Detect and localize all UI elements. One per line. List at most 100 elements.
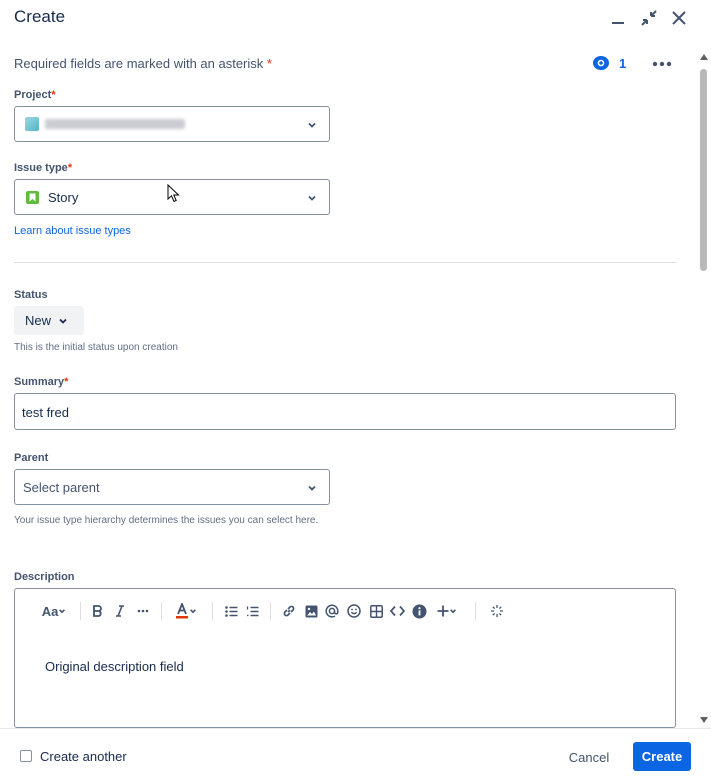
plus-icon <box>437 605 449 617</box>
required-note-text: Required fields are marked with an aster… <box>14 56 264 71</box>
mention-button[interactable] <box>324 602 340 620</box>
parent-label: Parent <box>14 452 49 464</box>
code-icon <box>389 605 405 617</box>
create-button[interactable]: Create <box>633 742 691 771</box>
chevron-down-icon <box>308 195 316 201</box>
parent-select[interactable]: Select parent <box>14 469 330 505</box>
link-icon <box>283 605 295 617</box>
description-editor[interactable]: Aa Original description field <box>14 588 676 728</box>
summary-label-text: Summary <box>14 376 65 388</box>
text-color-icon <box>176 603 188 619</box>
collapse-icon <box>641 10 657 26</box>
close-button[interactable] <box>667 6 691 30</box>
bold-button[interactable] <box>91 602 105 620</box>
required-asterisk: * <box>266 56 272 71</box>
more-icon <box>652 61 672 67</box>
mouse-pointer-icon <box>167 184 180 203</box>
scroll-down-arrow-icon[interactable] <box>700 717 708 723</box>
text-style-button[interactable]: Aa <box>39 602 69 620</box>
description-text: Original description field <box>45 659 184 674</box>
bold-icon <box>93 605 102 617</box>
editor-toolbar: Aa <box>15 599 675 623</box>
toolbar-separator <box>270 602 271 620</box>
summary-label: Summary* <box>14 376 68 388</box>
table-icon <box>369 604 383 618</box>
chevron-down-icon <box>59 318 67 324</box>
close-icon <box>672 11 686 25</box>
toolbar-separator <box>475 602 476 620</box>
summary-input[interactable]: test fred <box>14 393 676 430</box>
numbered-list-button[interactable] <box>245 602 259 620</box>
chevron-down-icon <box>308 485 316 491</box>
eye-icon <box>593 56 609 70</box>
project-name-redacted <box>45 119 185 129</box>
cancel-button[interactable]: Cancel <box>562 742 616 772</box>
required-note: Required fields are marked with an aster… <box>14 56 272 71</box>
toolbar-separator <box>161 602 162 620</box>
project-avatar-icon <box>25 117 39 131</box>
chevron-down-icon <box>308 122 316 128</box>
scrollbar[interactable] <box>697 50 711 725</box>
minimize-button[interactable] <box>606 6 630 30</box>
toolbar-separator <box>212 602 213 620</box>
required-asterisk: * <box>51 89 56 101</box>
emoji-icon <box>347 604 361 618</box>
text-style-label: Aa <box>41 603 59 619</box>
insert-more-button[interactable] <box>433 602 461 620</box>
italic-icon <box>116 605 124 617</box>
watch-button[interactable]: 1 <box>592 55 626 71</box>
divider <box>14 262 676 263</box>
project-value <box>25 117 185 131</box>
italic-button[interactable] <box>113 602 127 620</box>
bullet-list-button[interactable] <box>224 602 238 620</box>
toolbar-separator <box>80 602 81 620</box>
parent-placeholder: Select parent <box>23 480 100 495</box>
description-label: Description <box>14 571 75 583</box>
dialog-header: Create <box>0 0 711 40</box>
required-asterisk: * <box>64 376 69 388</box>
create-another-checkbox[interactable] <box>20 750 32 762</box>
status-dropdown[interactable]: New <box>14 306 84 335</box>
issue-type-label: Issue type* <box>14 162 72 174</box>
chevron-down-icon <box>450 609 456 614</box>
mention-icon <box>325 604 339 618</box>
learn-issue-types-link[interactable]: Learn about issue types <box>14 225 131 237</box>
project-select[interactable] <box>14 106 330 142</box>
sparkle-icon <box>491 605 503 617</box>
text-color-button[interactable] <box>172 602 200 620</box>
minimize-icon <box>612 22 624 24</box>
issue-type-label-text: Issue type <box>14 162 68 174</box>
scrollbar-thumb[interactable] <box>700 69 707 271</box>
scroll-up-arrow-icon[interactable] <box>700 54 708 60</box>
story-icon <box>26 191 39 204</box>
info-icon <box>412 604 426 618</box>
summary-value: test fred <box>22 405 69 420</box>
link-button[interactable] <box>281 602 297 620</box>
required-asterisk: * <box>67 162 73 174</box>
more-actions-button[interactable] <box>650 54 674 74</box>
parent-helper: Your issue type hierarchy determines the… <box>14 515 319 526</box>
status-label: Status <box>14 289 48 301</box>
bullet-list-icon <box>224 605 237 617</box>
dialog-title: Create <box>14 7 66 26</box>
emoji-button[interactable] <box>346 602 362 620</box>
image-button[interactable] <box>303 602 319 620</box>
issue-type-value: Story <box>48 190 79 205</box>
more-icon <box>137 609 149 613</box>
numbered-list-icon <box>246 606 258 616</box>
dialog-footer: Create another Cancel Create <box>0 728 711 781</box>
more-formatting-button[interactable] <box>135 602 151 620</box>
status-value: New <box>25 313 52 328</box>
status-helper: This is the initial status upon creation <box>14 342 178 353</box>
create-another-label[interactable]: Create another <box>40 749 127 764</box>
chevron-down-icon <box>190 609 196 614</box>
info-panel-button[interactable] <box>411 602 427 620</box>
ai-assist-button[interactable] <box>489 602 505 620</box>
code-button[interactable] <box>389 602 405 620</box>
table-button[interactable] <box>368 602 384 620</box>
project-label-text: Project <box>14 89 52 101</box>
project-label: Project* <box>14 89 56 101</box>
watchers-count: 1 <box>619 55 627 71</box>
collapse-button[interactable] <box>637 6 661 30</box>
image-icon <box>305 605 317 617</box>
